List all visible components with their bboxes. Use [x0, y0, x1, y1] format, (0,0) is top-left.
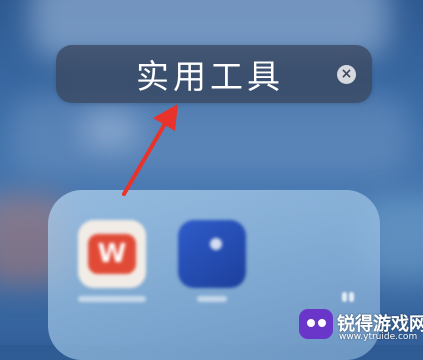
partial-app-icon: [340, 292, 356, 302]
game-controller-logo-icon: [299, 309, 333, 339]
x-circle-icon: ×: [340, 66, 353, 82]
site-watermark: 锐得游戏网 www.ytruide.com: [297, 303, 423, 345]
blurred-widget-middle: [10, 95, 410, 175]
blue-app-icon[interactable]: [178, 220, 246, 288]
folder-name-field[interactable]: 实用工具 ×: [56, 45, 372, 103]
app-label-blurred: [78, 296, 146, 302]
wps-w-logo: W: [88, 234, 136, 274]
folder-name-text[interactable]: 实用工具: [136, 50, 284, 98]
wps-office-app-icon[interactable]: W: [78, 220, 146, 288]
folder-app-blue[interactable]: [178, 220, 246, 302]
app-label-blurred: [197, 296, 227, 302]
clear-text-button[interactable]: ×: [337, 65, 356, 84]
blurred-highlight: [80, 110, 140, 150]
folder-app-wps[interactable]: W: [78, 220, 146, 302]
watermark-url: www.ytruide.com: [339, 332, 418, 342]
